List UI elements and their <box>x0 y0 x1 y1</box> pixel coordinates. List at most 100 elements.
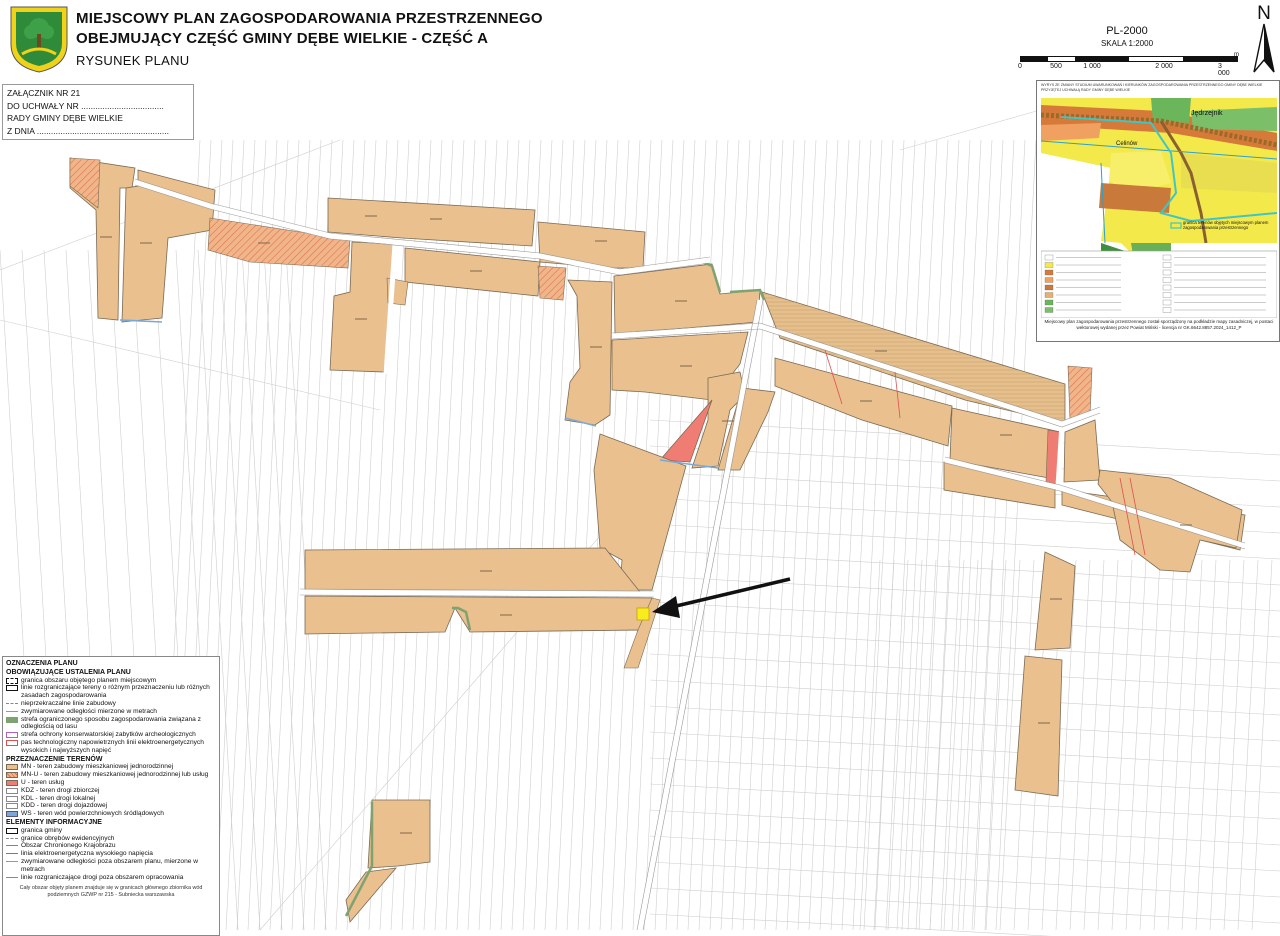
legend-title: OZNACZENIA PLANU <box>6 660 78 667</box>
scale-bar-segment <box>1021 57 1048 61</box>
scale-bar-block: PL-2000 SKALA 1:2000 0 500 1 000 2 000 3… <box>1012 22 1242 77</box>
north-arrow-icon: N <box>1253 3 1275 73</box>
plot-symbol-mark <box>470 270 482 272</box>
legend-swatch <box>6 772 18 779</box>
legend-row: linie rozgraniczające tereny o różnym pr… <box>6 684 216 700</box>
legend-row-label: zwymiarowane odległości mierzone w metra… <box>21 707 157 715</box>
legend-swatch <box>6 716 18 723</box>
legend-row: granica obszaru objętego planem miejscow… <box>6 677 216 685</box>
legend-row-label: U - teren usług <box>21 778 65 786</box>
parcel-line <box>753 139 795 931</box>
plot-symbol-mark <box>480 570 492 572</box>
legend-row: zwymiarowane odległości mierzone w metra… <box>6 708 216 716</box>
map-sheet: MIEJSCOWY PLAN ZAGOSPODAROWANIA PRZESTRZ… <box>0 0 1280 936</box>
legend-swatch <box>6 827 18 834</box>
legend-row: KDL - teren drogi lokalnej <box>6 795 216 803</box>
parcel-line <box>863 139 905 931</box>
plot-symbol-mark <box>875 350 887 352</box>
legend-swatch <box>6 677 18 684</box>
inset-legend-swatch <box>1044 307 1054 313</box>
parcel-line <box>649 731 1280 768</box>
scale-tick: 1 000 <box>1083 63 1101 70</box>
annex-line: DO UCHWAŁY NR ..........................… <box>7 100 164 111</box>
inset-legend-swatch <box>1162 299 1172 306</box>
parcel-line <box>951 139 993 931</box>
scale-tick: 0 <box>1018 63 1022 70</box>
plot-symbol-mark <box>722 420 734 422</box>
legend-row: strefa ograniczonego sposobu zagospodaro… <box>6 716 216 732</box>
plot-symbol-mark <box>365 215 377 217</box>
scale-ratio-label: SKALA 1:2000 <box>1100 39 1154 48</box>
legend-section-heading: PRZEZNACZENIE TERENÓW <box>6 755 103 763</box>
parcel-line <box>819 139 861 931</box>
legend-row-label: granice obrębów ewidencyjnych <box>21 834 115 842</box>
inset-legend-swatch <box>1162 262 1172 268</box>
legend-swatch <box>6 779 18 786</box>
legend-items-regulations: granica obszaru objętego planem miejscow… <box>6 677 216 755</box>
legend-swatch <box>6 845 18 849</box>
legend-row: KDD - teren drogi dojazdowej <box>6 802 216 810</box>
north-label: N <box>1257 3 1271 24</box>
plot-symbol-mark <box>430 218 442 220</box>
parcel-line <box>929 139 971 931</box>
parcel-line <box>797 139 839 931</box>
legend-row-label: nieprzekraczalne linie zabudowy <box>21 699 116 707</box>
legend-row: granice obrębów ewidencyjnych <box>6 835 216 843</box>
parcel-line <box>984 139 1026 931</box>
legend-swatch <box>6 787 18 794</box>
inset-legend-swatch <box>1162 254 1172 261</box>
parcel-line <box>649 809 1280 846</box>
legend-row-label: linie rozgraniczające tereny o różnym pr… <box>21 684 210 700</box>
parcel-line <box>649 757 1280 794</box>
legend-row: MN - teren zabudowy mieszkaniowej jednor… <box>6 763 216 771</box>
inset-place-label: Celinów <box>1116 141 1138 147</box>
legend-row: U - teren usług <box>6 779 216 787</box>
legend-swatch <box>6 795 18 802</box>
parcel-line <box>995 139 1037 931</box>
parcel-line <box>720 139 762 931</box>
parcel-line <box>907 139 949 931</box>
plan-title-line1: MIEJSCOWY PLAN ZAGOSPODAROWANIA PRZESTRZ… <box>76 10 543 27</box>
legend-row-label: linia elektroenergetyczna wysokiego napi… <box>21 850 153 858</box>
sheet-header: MIEJSCOWY PLAN ZAGOSPODAROWANIA PRZESTRZ… <box>0 0 1280 82</box>
plan-legend: OZNACZENIA PLANU OBOWIĄZUJĄCE USTALENIA … <box>2 656 220 936</box>
legend-items-informative: granica gminy granice obrębów ewidencyjny… <box>6 827 216 882</box>
plot-symbol-mark <box>680 365 692 367</box>
inset-legend-swatch <box>1162 277 1172 283</box>
scale-bar <box>1020 56 1238 62</box>
legend-swatch <box>6 685 18 692</box>
legend-groundwater-note: Cały obszar objęty planem znajduje się w… <box>19 885 203 898</box>
plot-symbol-mark <box>1180 524 1192 526</box>
inset-legend-swatch <box>1162 284 1172 291</box>
parcel-line <box>962 139 1004 931</box>
legend-row: MN-U - teren zabudowy mieszkaniowej jedn… <box>6 771 216 779</box>
scale-bar-segment <box>1183 57 1237 61</box>
legend-row: nieprzekraczalne linie zabudowy <box>6 700 216 708</box>
plot-symbol-mark <box>590 346 602 348</box>
resolution-annex-box: ZAŁĄCZNIK NR 21 DO UCHWAŁY NR ..........… <box>2 84 194 140</box>
zone-mn-centre-south <box>304 371 776 669</box>
plan-title-line2: OBEJMUJĄCY CZĘŚĆ GMINY DĘBE WIELKIE - CZ… <box>76 30 489 47</box>
legend-row-label: granica obszaru objętego planem miejscow… <box>21 676 157 684</box>
scale-bar-segment <box>1075 57 1129 61</box>
inset-legend-swatch <box>1162 292 1172 298</box>
parcel-line <box>874 139 916 931</box>
inset-legend-swatch <box>1044 284 1054 291</box>
legend-row: linia elektroenergetyczna wysokiego napi… <box>6 850 216 858</box>
parcel-line <box>649 627 1280 664</box>
inset-boundary-legend: granica terenów objętych miejscowym plan… <box>1183 220 1269 230</box>
legend-items-land-use: MN - teren zabudowy mieszkaniowej jednor… <box>6 763 216 818</box>
legend-swatch <box>6 702 18 707</box>
parcel-line <box>852 139 894 931</box>
highlighted-parcel[interactable] <box>636 607 650 621</box>
parcel-line <box>731 139 773 931</box>
parcel-line <box>649 679 1280 716</box>
legend-row-label: zwymiarowane odległości poza obszarem pl… <box>21 857 199 873</box>
legend-swatch <box>6 732 18 739</box>
legend-row-label: strefa ograniczonego sposobu zagospodaro… <box>21 715 201 731</box>
inset-footer-note: Miejscowy plan zagospodarowania przestrz… <box>1044 319 1274 330</box>
plot-symbol-mark <box>1050 598 1062 600</box>
legend-swatch <box>6 860 18 865</box>
legend-swatch <box>6 876 18 881</box>
legend-row-label: granica gminy <box>21 826 63 834</box>
